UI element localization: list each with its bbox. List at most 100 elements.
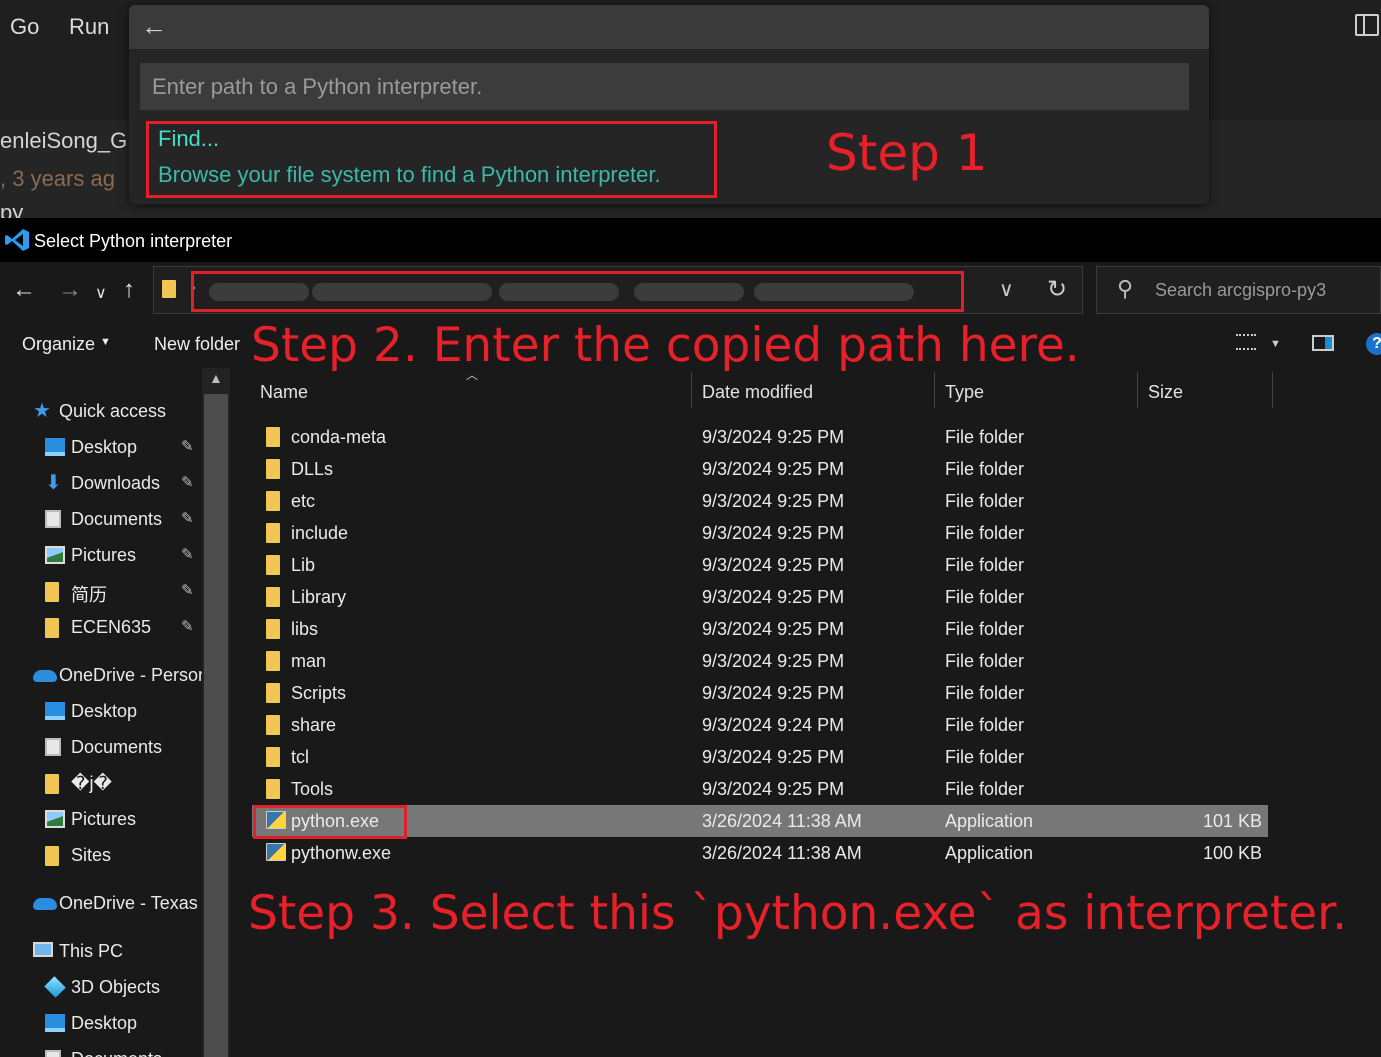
file-date: 9/3/2024 9:25 PM [702,747,845,767]
folder-icon [266,619,280,639]
nav-item[interactable]: Desktop ✎ [0,432,202,464]
folder-icon [266,651,280,671]
file-row[interactable]: Library 9/3/2024 9:25 PM File folder [252,581,1268,613]
file-type: File folder [945,619,1025,639]
folder-icon [266,779,280,799]
nav-item[interactable]: OneDrive - Person [0,660,202,692]
search-box[interactable]: ⚲ [1096,266,1381,314]
forward-icon[interactable]: → [58,276,82,304]
back-icon[interactable]: ← [12,276,36,304]
nav-item[interactable]: Documents [0,732,202,764]
nav-item-label: OneDrive - Person [59,665,202,685]
pin-icon: ✎ [181,437,194,455]
column-divider[interactable] [934,372,935,408]
organize-caret-icon[interactable]: ▼ [100,336,111,348]
nav-item[interactable]: Desktop [0,696,202,728]
new-folder-button[interactable]: New folder [154,334,240,355]
folder-icon [45,846,59,866]
column-header-date[interactable]: Date modified [702,382,813,403]
file-row[interactable]: etc 9/3/2024 9:25 PM File folder [252,485,1268,517]
file-type: File folder [945,715,1025,735]
refresh-icon[interactable]: ↻ [1047,275,1067,304]
file-row[interactable]: man 9/3/2024 9:25 PM File folder [252,645,1268,677]
address-dropdown-chevron-icon[interactable]: ∨ [999,277,1014,302]
preview-pane-icon[interactable] [1312,335,1334,351]
column-divider[interactable] [1137,372,1138,408]
file-row[interactable]: share 9/3/2024 9:24 PM File folder [252,709,1268,741]
file-type: File folder [945,427,1025,447]
scrollbar-thumb[interactable] [204,394,228,1057]
dialog-titlebar: Select Python interpreter [0,218,1381,262]
nav-item-label: Sites [71,845,112,865]
nav-item[interactable]: 3D Objects [0,972,202,1004]
pin-icon: ✎ [181,581,194,599]
toggle-panel-icon[interactable] [1355,14,1379,36]
nav-item[interactable]: �j� [0,768,202,800]
file-size: 101 KB [1202,811,1262,831]
dialog-title: Select Python interpreter [34,231,233,251]
file-date: 3/26/2024 11:38 AM [702,811,862,831]
file-row[interactable]: Tools 9/3/2024 9:25 PM File folder [252,773,1268,805]
help-icon[interactable]: ? [1366,333,1381,355]
recent-locations-chevron-icon[interactable]: ∨ [95,280,107,308]
file-name: libs [291,619,319,639]
file-row[interactable]: Scripts 9/3/2024 9:25 PM File folder [252,677,1268,709]
file-date: 9/3/2024 9:25 PM [702,491,845,511]
file-date: 9/3/2024 9:25 PM [702,523,845,543]
quick-pick-header: ← [129,5,1209,49]
nav-item-label: Pictures [71,545,137,565]
nav-item[interactable]: 简历 ✎ [0,576,202,608]
nav-item[interactable]: Desktop [0,1008,202,1040]
file-row[interactable]: Lib 9/3/2024 9:25 PM File folder [252,549,1268,581]
file-type: File folder [945,459,1025,479]
column-divider[interactable] [691,372,692,408]
file-row[interactable]: pythonw.exe 3/26/2024 11:38 AM Application… [252,837,1268,869]
nav-item[interactable]: This PC [0,936,202,968]
menu-run[interactable]: Run [69,14,109,40]
back-arrow-icon[interactable]: ← [141,11,167,41]
file-name: Lib [291,555,316,575]
column-header-type[interactable]: Type [945,382,984,403]
file-type: File folder [945,491,1025,511]
view-options-caret-icon[interactable]: ▼ [1270,338,1281,350]
column-header-size[interactable]: Size [1148,382,1183,403]
pc-icon [33,942,53,957]
file-type: Application [945,811,1034,831]
nav-item[interactable]: Pictures [0,804,202,836]
up-folder-icon[interactable]: ↑ [123,276,135,304]
onedrive-icon [33,670,57,682]
nav-item-label: Desktop [71,437,138,457]
view-options-icon[interactable] [1236,334,1256,350]
folder-icon [45,582,59,602]
nav-item[interactable]: Sites [0,840,202,872]
nav-item-label: Quick access [59,401,167,421]
nav-item[interactable]: Pictures ✎ [0,540,202,572]
interpreter-path-input[interactable] [140,63,1189,110]
file-name: etc [291,491,316,511]
menu-go[interactable]: Go [10,14,39,40]
file-row[interactable]: conda-meta 9/3/2024 9:25 PM File folder [252,421,1268,453]
nav-item[interactable]: Documents [0,1044,202,1057]
file-row[interactable]: DLLs 9/3/2024 9:25 PM File folder [252,453,1268,485]
scroll-up-icon[interactable]: ▲ [209,370,223,386]
folder-icon [266,459,280,479]
3d-objects-icon [44,976,66,998]
column-divider[interactable] [1272,372,1273,408]
file-row[interactable]: include 9/3/2024 9:25 PM File folder [252,517,1268,549]
navigation-scrollbar[interactable]: ▲ [202,368,230,1057]
nav-item[interactable]: ECEN635 ✎ [0,612,202,644]
folder-icon [45,618,59,638]
nav-item[interactable]: OneDrive - Texas A [0,888,202,920]
file-row[interactable]: libs 9/3/2024 9:25 PM File folder [252,613,1268,645]
folder-icon [266,587,280,607]
file-date: 9/3/2024 9:25 PM [702,619,845,639]
column-header-name[interactable]: Name [260,382,308,403]
organize-button[interactable]: Organize [22,334,95,355]
nav-item[interactable]: Documents ✎ [0,504,202,536]
nav-item[interactable]: ★ Quick access [0,396,202,428]
file-row[interactable]: tcl 9/3/2024 9:25 PM File folder [252,741,1268,773]
search-input[interactable] [1155,276,1375,304]
file-name: Tools [291,779,334,799]
nav-item[interactable]: ⬇ Downloads ✎ [0,468,202,500]
python-exe-icon [266,843,286,861]
